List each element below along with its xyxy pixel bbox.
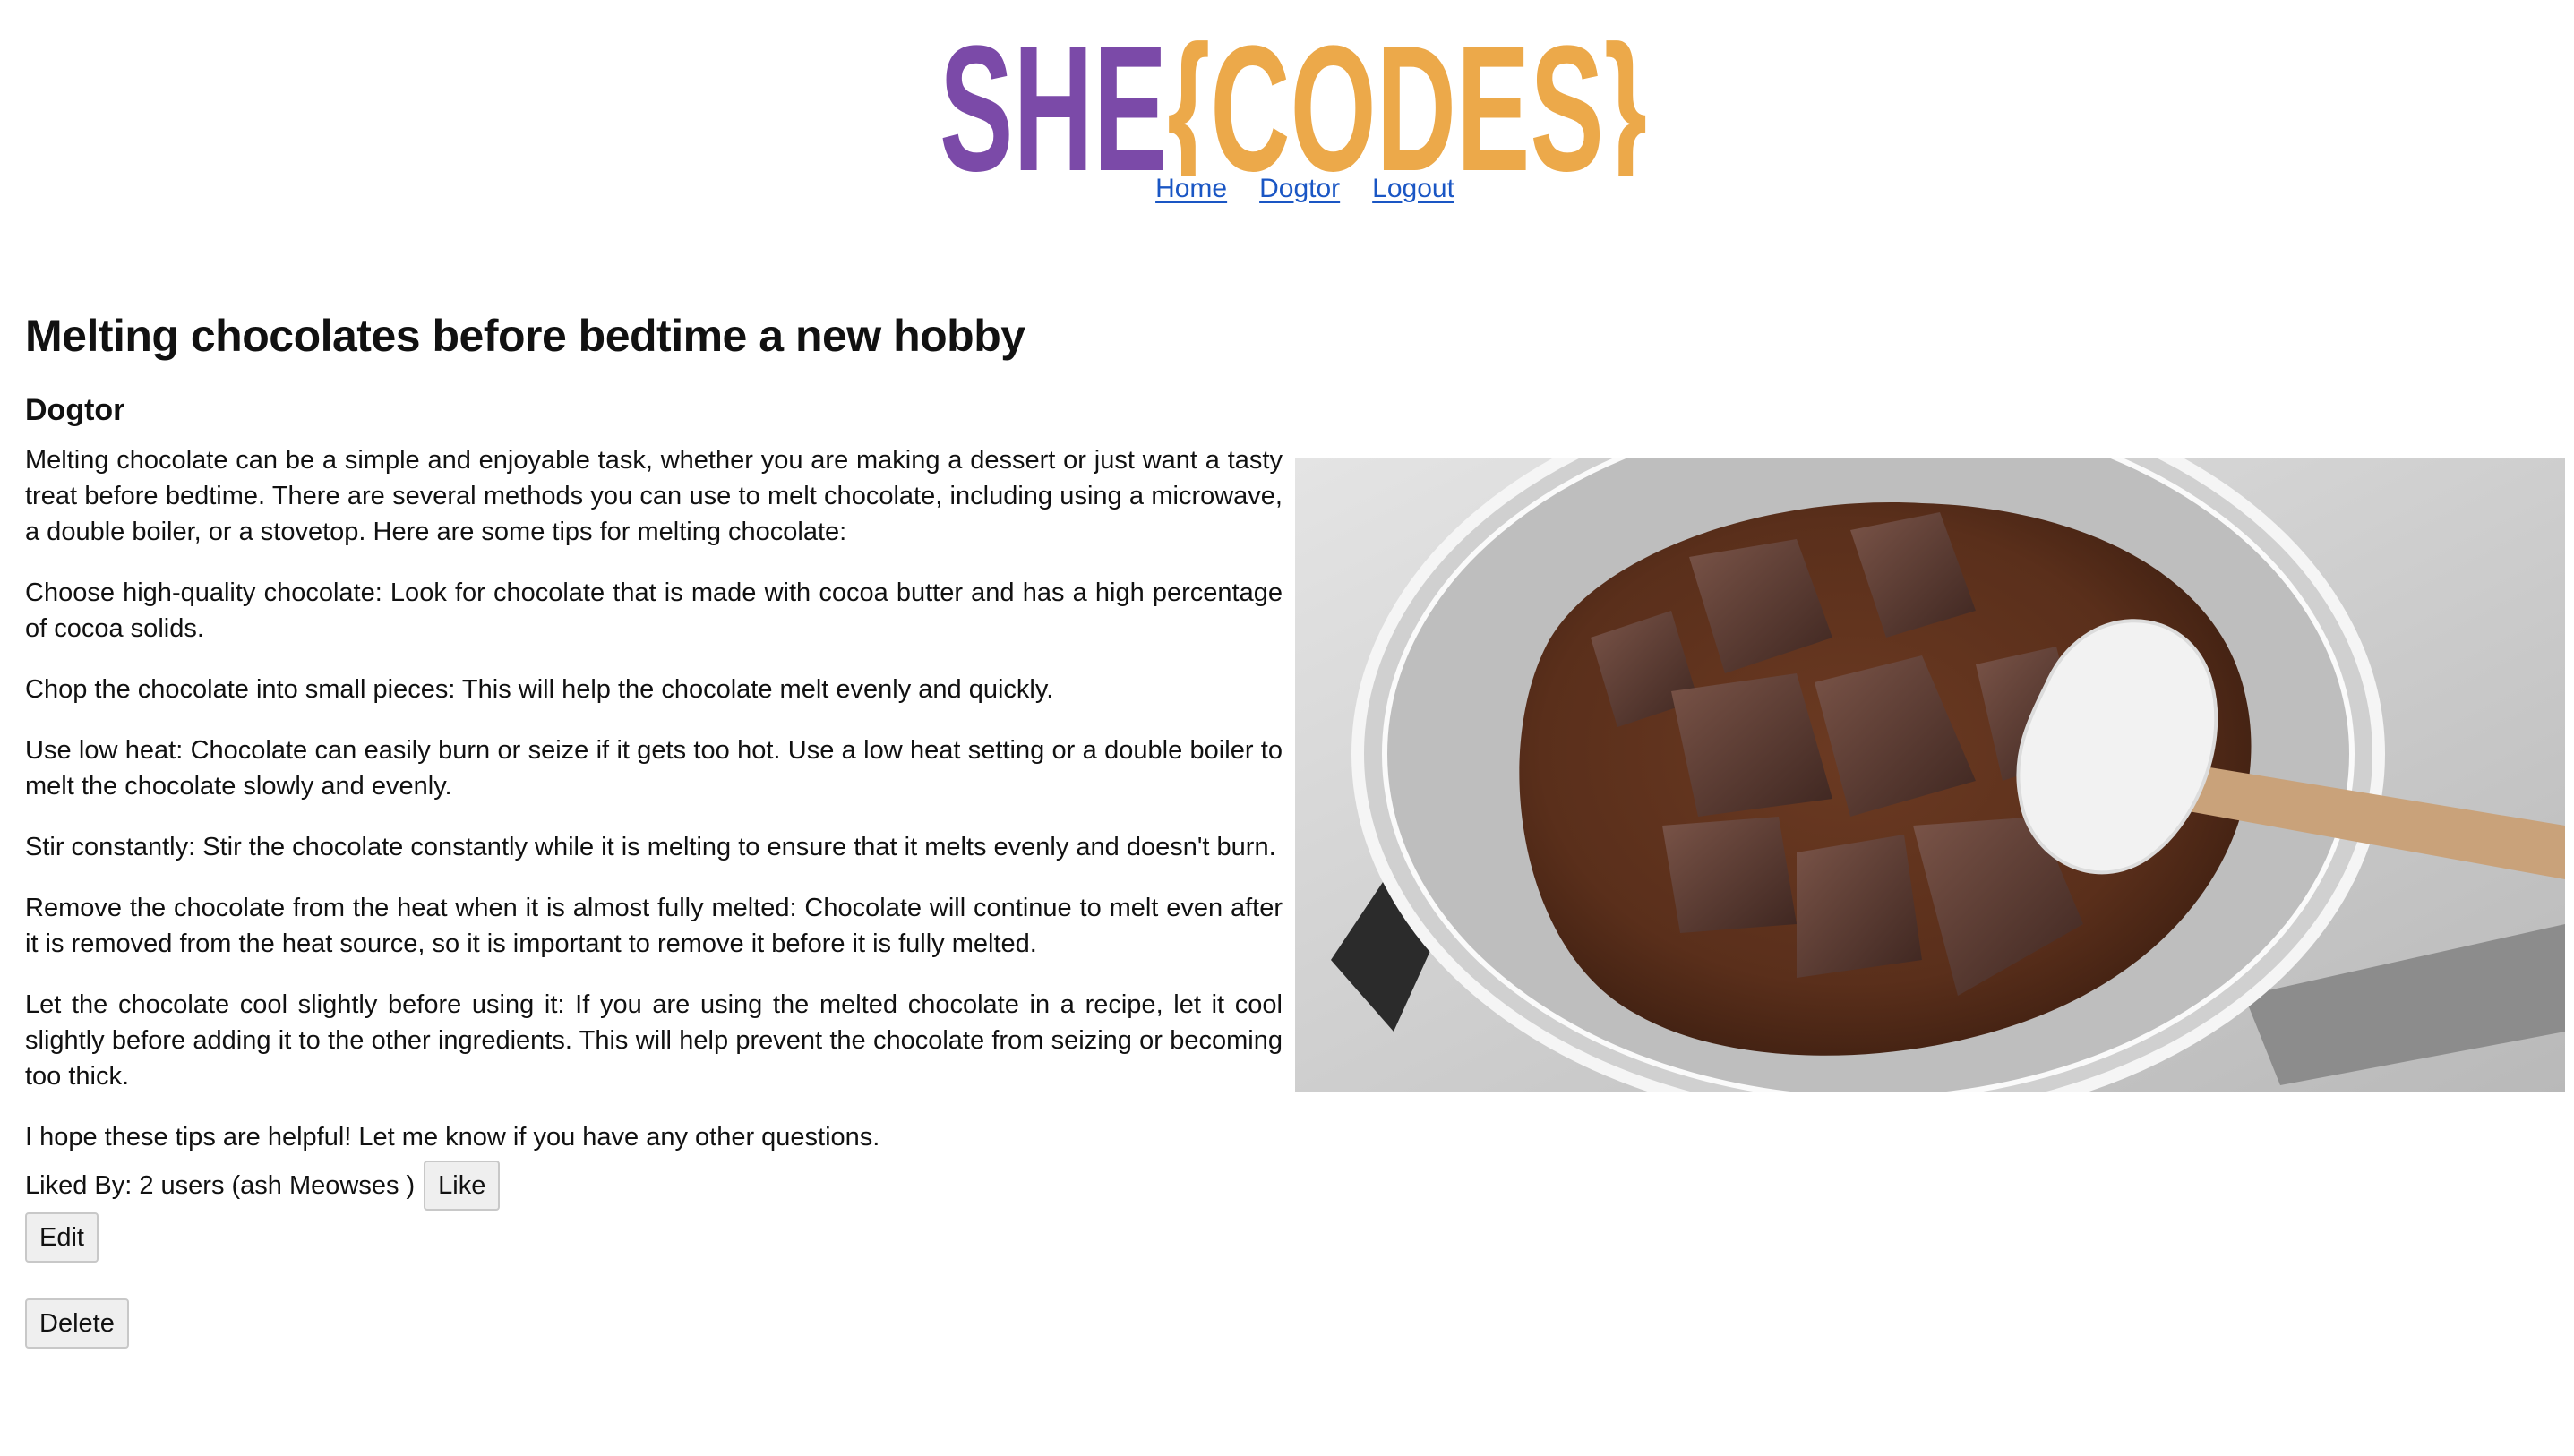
shecodes-logo[interactable]: SHE{CODES}	[931, 16, 1655, 176]
post-body: Melting chocolate can be a simple and en…	[25, 442, 1283, 1155]
nav-link-logout[interactable]: Logout	[1372, 174, 1454, 204]
chocolate-chunk	[1797, 835, 1922, 978]
edit-button[interactable]: Edit	[25, 1212, 99, 1263]
likes-row: Liked By: 2 users (ash Meowses ) Like	[25, 1161, 1283, 1211]
nav-link-dogtor[interactable]: Dogtor	[1259, 174, 1340, 204]
post-content: Melting chocolates before bedtime a new …	[25, 301, 1283, 1349]
post-paragraph: Stir constantly: Stir the chocolate cons…	[25, 833, 1276, 861]
logo-text: SHE{CODES}	[940, 16, 1647, 176]
nav-link-home[interactable]: Home	[1155, 174, 1227, 204]
melted-chocolate-bowl-icon	[1295, 458, 2565, 1092]
chocolate-chunk	[1662, 817, 1797, 933]
post-paragraph: Use low heat: Chocolate can easily burn …	[25, 736, 1283, 801]
logo-text-she: SHE	[940, 16, 1167, 176]
post-paragraph: Choose high-quality chocolate: Look for …	[25, 578, 1283, 643]
post-paragraph: Chop the chocolate into small pieces: Th…	[25, 675, 1054, 704]
post-closing-paragraph: I hope these tips are helpful! Let me kn…	[25, 1123, 880, 1152]
logo-text-codes: {CODES}	[1167, 16, 1647, 176]
post-author: Dogtor	[25, 393, 125, 427]
post-title: Melting chocolates before bedtime a new …	[25, 311, 1025, 361]
post-image	[1295, 458, 2565, 1092]
delete-button[interactable]: Delete	[25, 1298, 129, 1349]
post-paragraph: Remove the chocolate from the heat when …	[25, 894, 1283, 958]
post-paragraph: Melting chocolate can be a simple and en…	[25, 446, 1283, 546]
like-button[interactable]: Like	[424, 1161, 501, 1211]
post-paragraph: Let the chocolate cool slightly before u…	[25, 990, 1283, 1091]
liked-by-text: Liked By: 2 users (ash Meowses )	[25, 1171, 416, 1200]
top-nav: Home Dogtor Logout	[0, 174, 2574, 204]
